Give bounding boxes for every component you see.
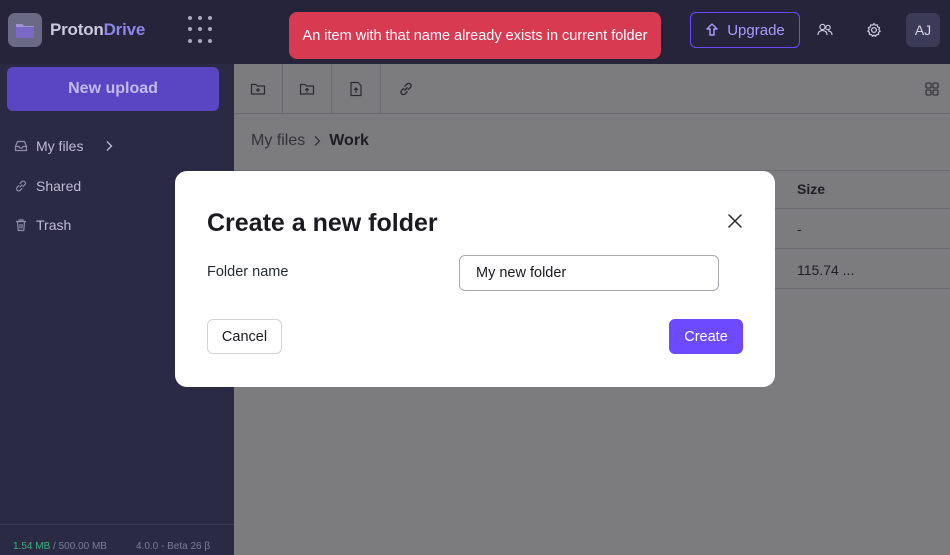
inbox-icon xyxy=(14,140,28,152)
close-icon xyxy=(728,214,742,228)
file-upload-icon xyxy=(350,81,362,97)
chevron-right-icon xyxy=(314,136,321,146)
new-folder-button[interactable] xyxy=(234,64,283,114)
upload-file-button[interactable] xyxy=(332,64,381,114)
dialog-title: Create a new folder xyxy=(207,209,438,237)
upload-folder-button[interactable] xyxy=(283,64,332,114)
sidebar-item-label: My files xyxy=(36,138,84,154)
chevron-right-icon[interactable] xyxy=(105,140,113,152)
settings-button[interactable] xyxy=(858,14,890,46)
logo-text-drive: Drive xyxy=(103,20,146,39)
toolbar xyxy=(234,64,950,114)
table-row-size: 115.74 ... xyxy=(797,262,855,278)
gear-icon xyxy=(867,22,881,37)
users-icon xyxy=(817,23,833,36)
grid-view-toggle[interactable] xyxy=(914,64,950,114)
drive-logo-icon xyxy=(8,13,42,47)
column-header-size[interactable]: Size xyxy=(797,181,825,197)
upload-arrow-icon xyxy=(706,23,718,36)
sidebar-item-trash[interactable]: Trash xyxy=(14,213,71,237)
folder-name-label: Folder name xyxy=(207,264,289,280)
cancel-button[interactable]: Cancel xyxy=(207,319,282,354)
storage-usage: 1.54 MB / 500.00 MB xyxy=(13,541,107,552)
folder-upload-icon xyxy=(299,83,315,95)
folder-plus-icon xyxy=(250,83,266,95)
sidebar-item-label: Trash xyxy=(36,217,72,233)
upgrade-label: Upgrade xyxy=(727,21,785,39)
sidebar-item-label: Shared xyxy=(36,178,82,194)
user-avatar[interactable]: AJ xyxy=(906,13,940,47)
grid-view-icon xyxy=(925,82,939,96)
table-row-size: - xyxy=(797,221,802,237)
share-link-button[interactable] xyxy=(381,64,430,114)
sidebar-item-shared[interactable]: Shared xyxy=(14,174,81,198)
sidebar-item-my-files[interactable]: My files xyxy=(14,134,113,158)
proton-drive-logo[interactable]: ProtonDrive xyxy=(8,13,145,47)
folder-name-input[interactable] xyxy=(459,255,719,291)
trash-icon xyxy=(16,219,26,232)
storage-total: / 500.00 MB xyxy=(50,541,107,552)
storage-used: 1.54 MB xyxy=(13,541,51,552)
error-toast[interactable]: An item with that name already exists in… xyxy=(289,12,661,59)
create-button[interactable]: Create xyxy=(669,319,743,354)
contacts-button[interactable] xyxy=(809,14,841,46)
link-icon xyxy=(399,82,412,96)
link-icon xyxy=(16,180,26,192)
logo-text-proton: Proton xyxy=(50,20,104,39)
breadcrumb-my-files[interactable]: My files xyxy=(251,132,305,150)
new-upload-button[interactable]: New upload xyxy=(7,67,219,111)
sidebar-footer: 1.54 MB / 500.00 MB 4.0.0 - Beta 26 β xyxy=(0,524,234,555)
app-switcher-grid-icon[interactable] xyxy=(188,16,216,44)
breadcrumb-current: Work xyxy=(329,132,369,149)
app-version: 4.0.0 - Beta 26 β xyxy=(136,541,211,552)
create-folder-dialog: Create a new folder Folder name Cancel C… xyxy=(175,171,775,387)
close-button[interactable] xyxy=(725,211,745,231)
breadcrumb: My files Work xyxy=(251,132,369,150)
upgrade-button[interactable]: Upgrade xyxy=(690,12,800,48)
